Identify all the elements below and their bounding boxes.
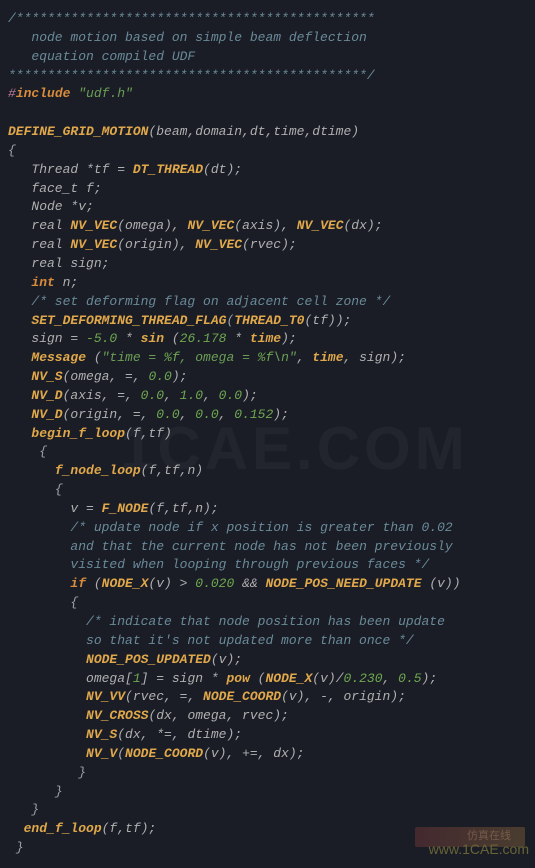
- define-grid-motion: DEFINE_GRID_MOTION: [8, 124, 148, 139]
- nvs: NV_S: [31, 369, 62, 384]
- code-block: /***************************************…: [0, 0, 535, 868]
- thread-decl: Thread *tf =: [31, 162, 132, 177]
- defgrid-args: (beam,domain,dt,time,dtime): [148, 124, 359, 139]
- include-file: "udf.h": [78, 86, 133, 101]
- f-node-loop: f_node_loop: [55, 463, 141, 478]
- brace-open-1: {: [8, 143, 16, 158]
- node-pos-updated: NODE_POS_UPDATED: [86, 652, 211, 667]
- message-fn: Message: [31, 350, 86, 365]
- brace-close-final: }: [16, 840, 24, 855]
- int-kw: int: [31, 275, 54, 290]
- dt-thread: DT_THREAD: [133, 162, 203, 177]
- include-kw: include: [16, 86, 71, 101]
- set-deforming: SET_DEFORMING_THREAD_FLAG: [31, 313, 226, 328]
- comment-line-1: node motion based on simple beam deflect…: [8, 30, 367, 45]
- sign-decl: real sign;: [31, 256, 109, 271]
- cmt-deform: /* set deforming flag on adjacent cell z…: [31, 294, 390, 309]
- url-watermark: www.1CAE.com: [429, 839, 529, 859]
- node-decl: Node *v;: [31, 199, 93, 214]
- comment-border-top: /***************************************…: [8, 11, 375, 26]
- end-f-loop: end_f_loop: [24, 821, 102, 836]
- hash: #: [8, 86, 16, 101]
- if-kw: if: [70, 576, 86, 591]
- facet-decl: face_t f;: [31, 181, 101, 196]
- comment-border-bottom: ****************************************…: [8, 68, 375, 83]
- begin-f-loop: begin_f_loop: [31, 426, 125, 441]
- comment-line-2: equation compiled UDF: [8, 49, 195, 64]
